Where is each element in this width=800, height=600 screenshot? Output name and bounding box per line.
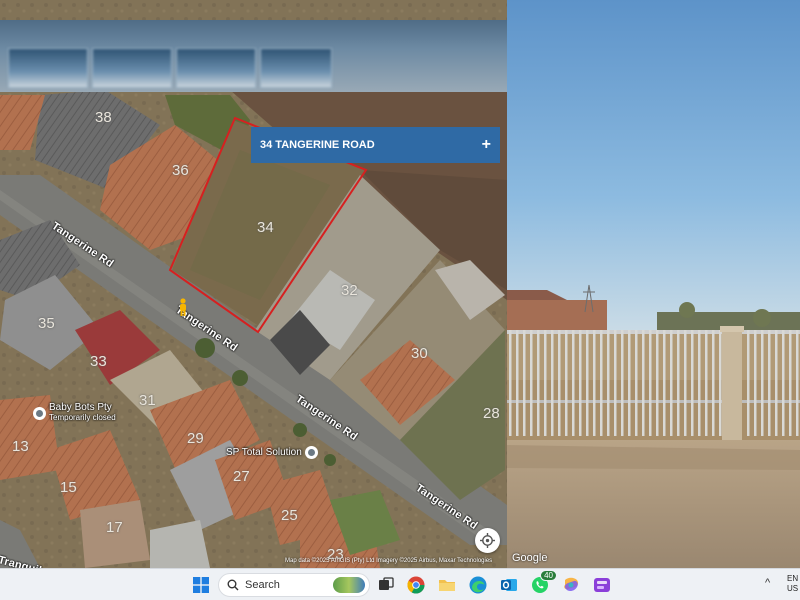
poi-label: SP Total Solution <box>226 447 302 458</box>
lot-number: 33 <box>90 353 107 370</box>
poi-label: Baby Bots Pty <box>49 402 112 413</box>
poi-baby-bots[interactable]: Baby Bots Pty Temporarily closed <box>33 403 116 423</box>
poi-sublabel: Temporarily closed <box>49 413 116 422</box>
fence-bar <box>705 330 708 436</box>
lot-number: 34 <box>257 219 274 236</box>
windows-taskbar: Search 40 ^ EN US <box>0 568 800 600</box>
fence-bar <box>796 330 799 436</box>
search-placeholder: Search <box>245 579 280 591</box>
fence-bar <box>768 330 771 436</box>
expand-plus-icon[interactable]: + <box>482 136 491 154</box>
lot-number: 38 <box>95 109 112 126</box>
fence-bar <box>670 330 673 436</box>
thumbnail[interactable] <box>176 48 256 88</box>
lot-number: 13 <box>12 438 29 455</box>
address-card[interactable]: 34 TANGERINE ROAD + <box>251 127 500 163</box>
tray-overflow-chevron-icon[interactable]: ^ <box>765 577 770 589</box>
lang-line-1: EN <box>787 574 799 583</box>
fence-bar <box>544 330 547 436</box>
search-icon <box>227 579 239 591</box>
chrome-icon[interactable] <box>405 574 427 596</box>
my-location-button[interactable] <box>475 528 500 553</box>
fence-bar <box>579 330 582 436</box>
thumbnail[interactable] <box>92 48 172 88</box>
fence-bar <box>712 330 715 436</box>
taskbar-search-box[interactable]: Search <box>218 573 370 597</box>
clipchamp-icon[interactable] <box>591 574 613 596</box>
fence-bar <box>635 330 638 436</box>
fence-bar <box>509 330 512 436</box>
map-view[interactable]: 38 36 34 35 32 33 30 31 13 29 28 15 27 1… <box>0 0 507 568</box>
fence-bar <box>600 330 603 436</box>
fence-bar <box>516 330 519 436</box>
street-view-image <box>507 0 800 568</box>
lot-number: 27 <box>233 468 250 485</box>
fence-bar <box>614 330 617 436</box>
edge-icon[interactable] <box>467 574 489 596</box>
whatsapp-badge: 40 <box>540 570 557 581</box>
fence-bar <box>754 330 757 436</box>
street-view-panorama[interactable]: Google <box>507 0 800 568</box>
fence-bar <box>789 330 792 436</box>
whatsapp-icon[interactable]: 40 <box>529 570 557 596</box>
fence-bar <box>775 330 778 436</box>
copilot-icon[interactable] <box>560 574 582 596</box>
google-logo: Google <box>512 552 548 564</box>
map-attribution: Map data ©2025 AfriGIS (Pty) Ltd Imagery… <box>285 558 493 564</box>
input-language-indicator[interactable]: EN US <box>787 574 798 594</box>
fence-bar <box>691 330 694 436</box>
fence-bar <box>558 330 561 436</box>
lot-number: 17 <box>106 519 123 536</box>
fence-bar <box>677 330 680 436</box>
place-pin-icon <box>33 406 46 420</box>
task-view-icon[interactable] <box>375 574 397 596</box>
fence-bar <box>649 330 652 436</box>
fence-bar <box>761 330 764 436</box>
fence-bar <box>628 330 631 436</box>
fence-bar <box>530 330 533 436</box>
fence-bar <box>684 330 687 436</box>
fence-bar <box>782 330 785 436</box>
search-highlight-image <box>333 577 365 593</box>
lot-number: 28 <box>483 405 500 422</box>
lot-number: 29 <box>187 430 204 447</box>
address-title: 34 TANGERINE ROAD <box>260 139 375 151</box>
fence-bar <box>523 330 526 436</box>
lot-number: 25 <box>281 507 298 524</box>
thumbnail[interactable] <box>8 48 88 88</box>
lot-number: 30 <box>411 345 428 362</box>
place-pin-icon <box>304 446 318 459</box>
fence-bar <box>698 330 701 436</box>
fence-bar <box>593 330 596 436</box>
lot-number: 15 <box>60 479 77 496</box>
fence-bar <box>621 330 624 436</box>
thumbnail[interactable] <box>260 48 332 88</box>
fence-bar <box>642 330 645 436</box>
pegman-icon[interactable] <box>177 298 189 316</box>
fence-bar <box>565 330 568 436</box>
fence-bar <box>586 330 589 436</box>
lang-line-2: US <box>787 584 799 593</box>
fence-bar <box>607 330 610 436</box>
file-explorer-icon[interactable] <box>436 574 458 596</box>
fence-bar <box>572 330 575 436</box>
lot-number: 32 <box>341 282 358 299</box>
outlook-icon[interactable] <box>498 574 520 596</box>
lot-number: 35 <box>38 315 55 332</box>
poi-sp-total-solution[interactable]: SP Total Solution <box>226 446 318 459</box>
fence-bar <box>551 330 554 436</box>
fence-bar <box>719 330 722 436</box>
crosshair-icon <box>480 533 495 548</box>
street-view-thumbnail-strip <box>0 20 507 92</box>
fence-bar <box>663 330 666 436</box>
lot-number: 31 <box>139 392 156 409</box>
fence-bar <box>656 330 659 436</box>
fence-bar <box>537 330 540 436</box>
lot-number: 36 <box>172 162 189 179</box>
windows-start-icon[interactable] <box>190 574 212 596</box>
fence-bar <box>747 330 750 436</box>
